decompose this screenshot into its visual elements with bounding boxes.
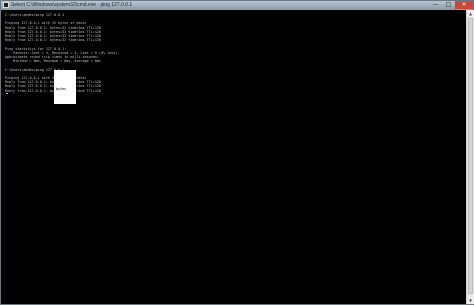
console-line: C:\Users\abdev>ping 127.0.0.1 bbox=[5, 13, 65, 17]
console-line: Reply from 127.0.0.1: bytes=32 time<1ms … bbox=[5, 38, 101, 43]
console-line: Reply from 127.0.0.1: bytes=32 time<1ms … bbox=[5, 88, 101, 93]
mark-selection-box[interactable]: bytes bbox=[54, 70, 76, 104]
vertical-scrollbar[interactable]: ▲ ▼ bbox=[466, 10, 474, 304]
console-line: Minimum = 0ms, Maximum = 0ms, Average = … bbox=[5, 59, 101, 64]
minimize-button[interactable]: — bbox=[429, 1, 442, 9]
selection-text: bytes bbox=[56, 87, 67, 91]
title-bar[interactable]: Select C:\Windows\system32\cmd.exe - pin… bbox=[1, 1, 473, 10]
window-title: Select C:\Windows\system32\cmd.exe - pin… bbox=[11, 2, 133, 8]
text-cursor bbox=[6, 93, 8, 94]
cmd-icon bbox=[3, 2, 9, 8]
console-output[interactable]: C:\Users\abdev>ping 127.0.0.1 Pinging 127… bbox=[2, 10, 466, 304]
close-button[interactable]: ✕ bbox=[455, 1, 473, 9]
scroll-thumb[interactable] bbox=[468, 18, 473, 294]
scroll-down-arrow-icon[interactable]: ▼ bbox=[467, 297, 474, 304]
scroll-up-arrow-icon[interactable]: ▲ bbox=[467, 10, 474, 17]
cmd-window: Select C:\Windows\system32\cmd.exe - pin… bbox=[0, 0, 474, 305]
maximize-button[interactable]: □ bbox=[442, 1, 455, 9]
